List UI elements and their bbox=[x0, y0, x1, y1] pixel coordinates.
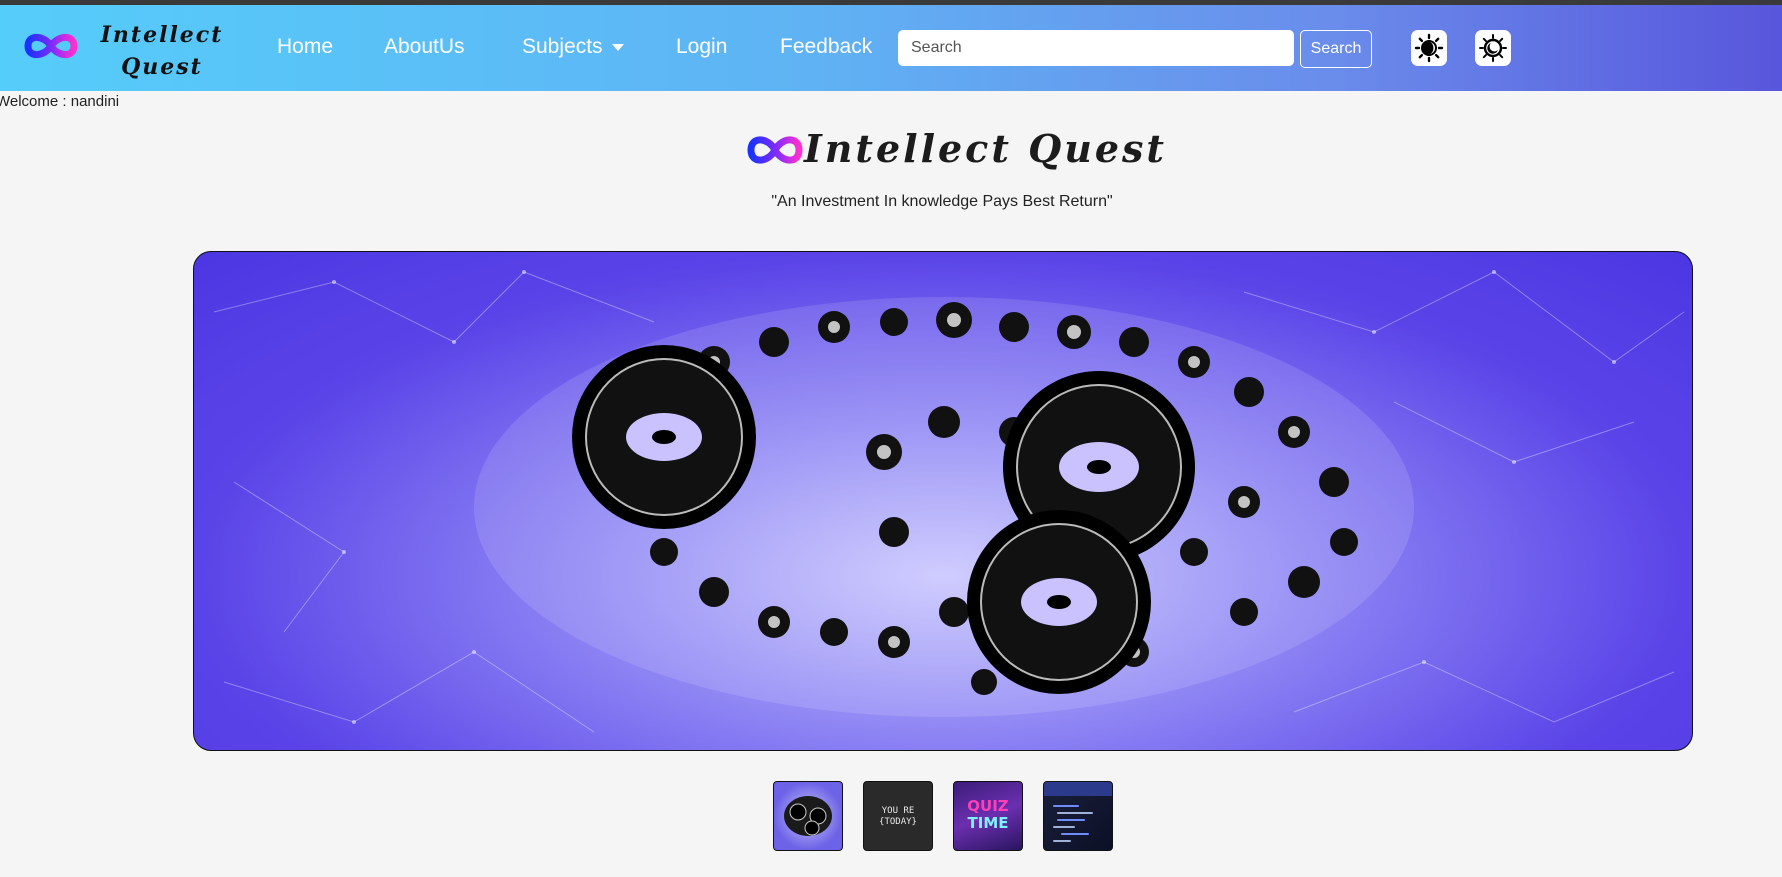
hero-logo: Intellect Quest bbox=[746, 126, 1164, 178]
gears-brain-image bbox=[213, 270, 1685, 733]
carousel-thumbnail-1[interactable] bbox=[773, 781, 843, 851]
carousel-thumbnail-4[interactable] bbox=[1043, 781, 1113, 851]
light-theme-button[interactable] bbox=[1411, 30, 1447, 66]
brand-name: Intellect Quest bbox=[100, 19, 224, 83]
carousel-thumbnail-2[interactable]: YOU RE {TODAY} bbox=[863, 781, 933, 851]
navbar: Intellect Quest Home AboutUs Subjects Lo… bbox=[0, 5, 1782, 91]
today-quote-thumbnail: YOU RE {TODAY} bbox=[864, 806, 932, 828]
nav-login-link[interactable]: Login bbox=[676, 35, 727, 59]
code-screen-thumbnail bbox=[1044, 782, 1112, 842]
thumb2-line2: {TODAY} bbox=[879, 817, 917, 827]
chevron-down-icon bbox=[611, 43, 624, 51]
sun-icon bbox=[1414, 33, 1444, 63]
nav-home-link[interactable]: Home bbox=[277, 35, 333, 59]
thumb3-line1: QUIZ bbox=[967, 797, 1009, 815]
hero-tagline: "An Investment In knowledge Pays Best Re… bbox=[771, 193, 1113, 210]
infinity-icon bbox=[747, 136, 803, 164]
nav-feedback-link[interactable]: Feedback bbox=[780, 35, 872, 59]
carousel-slide[interactable] bbox=[193, 251, 1693, 751]
nav-subjects-label: Subjects bbox=[522, 35, 603, 58]
thumb3-line2: TIME bbox=[967, 814, 1009, 832]
search-button[interactable]: Search bbox=[1300, 30, 1372, 68]
brand-name-line2: Quest bbox=[121, 54, 203, 80]
nav-subjects-dropdown[interactable]: Subjects bbox=[522, 35, 624, 59]
gears-brain-thumbnail bbox=[784, 796, 832, 836]
dark-theme-button[interactable] bbox=[1475, 30, 1511, 66]
brand[interactable]: Intellect Quest bbox=[22, 13, 222, 83]
infinity-icon bbox=[24, 33, 78, 59]
search-input[interactable] bbox=[898, 30, 1294, 66]
hero-title: Intellect Quest bbox=[804, 126, 1167, 171]
welcome-message: Welcome : nandini bbox=[0, 93, 120, 110]
moon-icon bbox=[1479, 34, 1507, 62]
thumb2-line1: YOU RE bbox=[881, 806, 915, 816]
carousel-thumbnail-3[interactable]: QUIZ TIME bbox=[953, 781, 1023, 851]
brand-name-line1: Intellect bbox=[100, 22, 224, 48]
quiz-time-thumbnail: QUIZ TIME bbox=[954, 798, 1022, 832]
nav-aboutus-link[interactable]: AboutUs bbox=[384, 35, 465, 59]
